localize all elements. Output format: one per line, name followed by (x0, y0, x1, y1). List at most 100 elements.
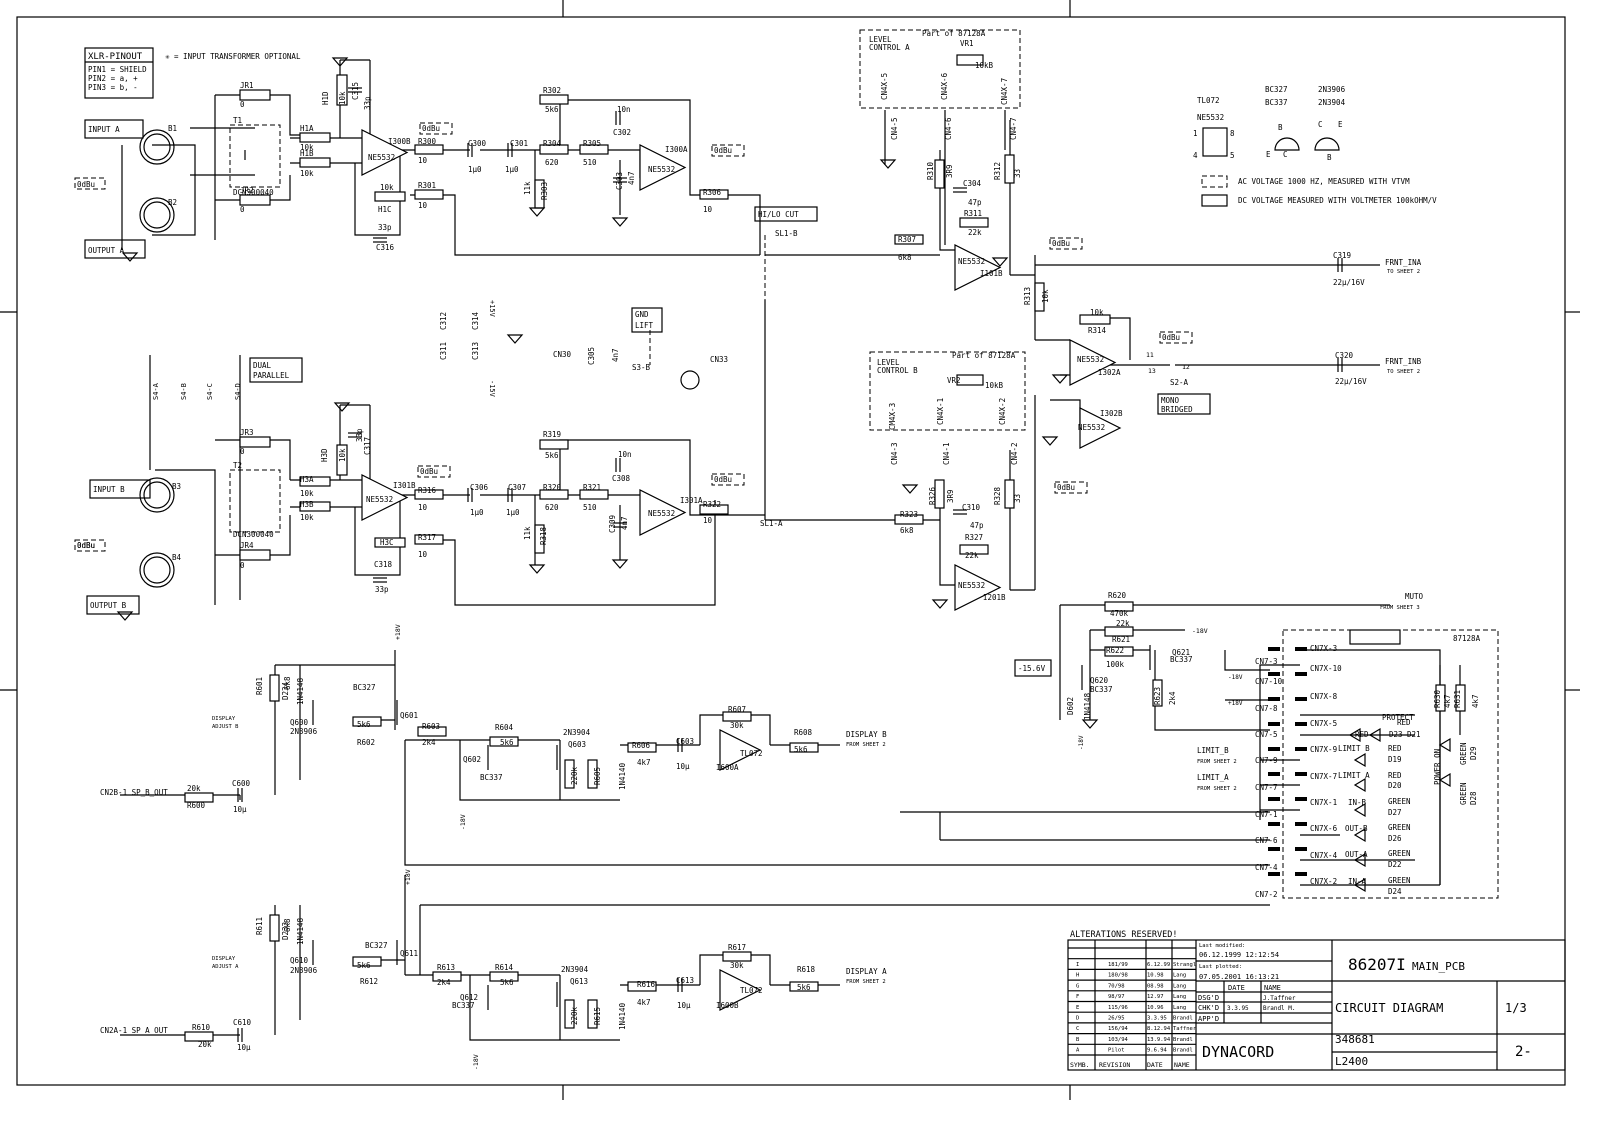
label-dbu5: 0dBu (1162, 333, 1180, 342)
label-c316v: 33p (378, 223, 392, 232)
label-gnd2: LIFT (635, 321, 654, 330)
label-q621v: BC337 (1170, 655, 1193, 664)
title-block-name-h: NAME (1264, 984, 1281, 992)
label-muto: MUTO (1405, 592, 1424, 601)
label-cb1: CN4-1 (942, 442, 951, 465)
label-q613: Q613 (570, 977, 588, 986)
label-dbu3: 0dBu (714, 146, 732, 155)
title-block-last-plotted: 07.05.2001 16:13:21 (1199, 973, 1279, 981)
label-c317: C317 (363, 437, 372, 455)
revision-symbol: B (1076, 1037, 1080, 1043)
label-r304: R304 (543, 139, 562, 148)
label-r615v: 220k (570, 1006, 579, 1025)
label-r328: R328 (993, 486, 1002, 505)
legend-text: DC VOLTAGE MEASURED WITH VOLTMETER 100kO… (1238, 196, 1437, 205)
label-r320: R320 (543, 483, 562, 492)
label-c310v: 47p (970, 521, 984, 530)
resistor (239, 89, 271, 101)
label-r326: R326 (928, 486, 937, 505)
label-r621: R621 (1112, 635, 1130, 644)
label-c320: C320 (1335, 351, 1354, 360)
xlr-female-connector (143, 133, 171, 161)
label-outa: OUTPUT A (88, 246, 125, 255)
label-c306v: 1µ0 (470, 508, 484, 517)
label-x2: CN7X-2 (1310, 877, 1337, 886)
label-r621v: 22k (1116, 619, 1130, 628)
label-b3: B3 (172, 482, 181, 491)
label-r630v: 4k7 (1443, 694, 1452, 708)
label-t2: T2 (233, 461, 242, 470)
label-r606: R606 (632, 741, 651, 750)
label-q611: Q611 (400, 949, 418, 958)
label-r304v: 620 (545, 158, 559, 167)
connector-pin (1295, 672, 1307, 676)
wire (404, 740, 1270, 866)
label-v156: -15.6V (1018, 664, 1046, 673)
transformer (229, 124, 281, 188)
connector-pin (1295, 747, 1307, 751)
label-g5: GREEN (1459, 742, 1468, 765)
revision-symbol: E (1076, 1005, 1079, 1011)
connector-pin (1268, 872, 1280, 876)
label-r312: R312 (993, 162, 1002, 180)
label-g1: GREEN (1388, 797, 1411, 806)
label-opt: ✳ = INPUT TRANSFORMER OPTIONAL (165, 52, 301, 61)
label-limb: LIMIT_B (1197, 746, 1229, 755)
label-r307: R307 (898, 235, 916, 244)
legend-text: 5 (1230, 151, 1235, 160)
label-c315v: 33p (363, 96, 372, 110)
revision-name: Lang (1173, 994, 1186, 1000)
model-number: L2400 (1335, 1055, 1368, 1068)
label-i600a: I600A (716, 763, 739, 772)
label-r323v: 6k8 (900, 526, 914, 535)
label-i300b: I300B (388, 137, 411, 146)
label-b4: B4 (172, 553, 182, 562)
label-c76: CN7-6 (1255, 836, 1278, 845)
title-block-last-plotted-label: Last plotted: (1199, 964, 1242, 970)
label-d234: D234 (281, 681, 290, 700)
label-h1bv: 10k (300, 169, 314, 178)
label-dispa: DISPLAY A (846, 967, 887, 976)
label-q612v: BC337 (452, 1001, 475, 1010)
label-q600v: 2N3906 (290, 727, 318, 736)
label-jr2v: 0 (240, 205, 245, 214)
label-dbu7: 0dBu (714, 475, 732, 484)
label-c305: C305 (587, 347, 596, 365)
connector-pin (1268, 722, 1280, 726)
label-d28: D28 (1469, 791, 1478, 805)
label-q600: Q600 (290, 718, 309, 727)
label-cbx4: CN4X-1 (936, 398, 945, 425)
label-bc1: BC327 (353, 683, 376, 692)
label-vr2: VR2 (947, 376, 961, 385)
label-ne1: NE5532 (368, 153, 395, 162)
label-cb2: CN4-2 (1010, 442, 1019, 465)
label-fs5: FROM SHEET 2 (1197, 786, 1237, 792)
label-ne5: NE5532 (1078, 423, 1105, 432)
label-r631: R631 (1453, 690, 1462, 708)
label-d29: D29 (1469, 746, 1478, 760)
label-dbu6: 0dBu (420, 467, 438, 476)
label-t1: T1 (233, 116, 242, 125)
connector-pin (1295, 822, 1307, 826)
legend-text: BC327 (1265, 85, 1288, 94)
label-r318v: 11k (523, 526, 532, 540)
label-q603: Q603 (568, 740, 586, 749)
label-c304: C304 (963, 179, 982, 188)
label-q602: Q602 (463, 755, 481, 764)
label-c311: C311 (439, 342, 448, 360)
label-parallel: PARALLEL (253, 371, 290, 380)
label-r316v: 10 (418, 503, 428, 512)
label-m18e: -18V (1228, 674, 1243, 681)
label-spa: CN2A-1 SP_A_OUT (100, 1026, 168, 1035)
label-x8: CN7X-8 (1310, 692, 1338, 701)
label-dispb: DISPLAY B (846, 730, 887, 739)
label-r319: R319 (543, 430, 561, 439)
label-r623: R623 (1153, 687, 1162, 705)
resistor (374, 191, 406, 202)
label-p18c: +18V (1228, 700, 1243, 707)
label-c613: C613 (676, 976, 694, 985)
label-r601: R601 (255, 677, 264, 695)
label-red1: RED (1355, 730, 1369, 739)
label-ts1: TO SHEET 2 (1387, 269, 1420, 275)
label-r328v: 33 (1013, 494, 1022, 503)
